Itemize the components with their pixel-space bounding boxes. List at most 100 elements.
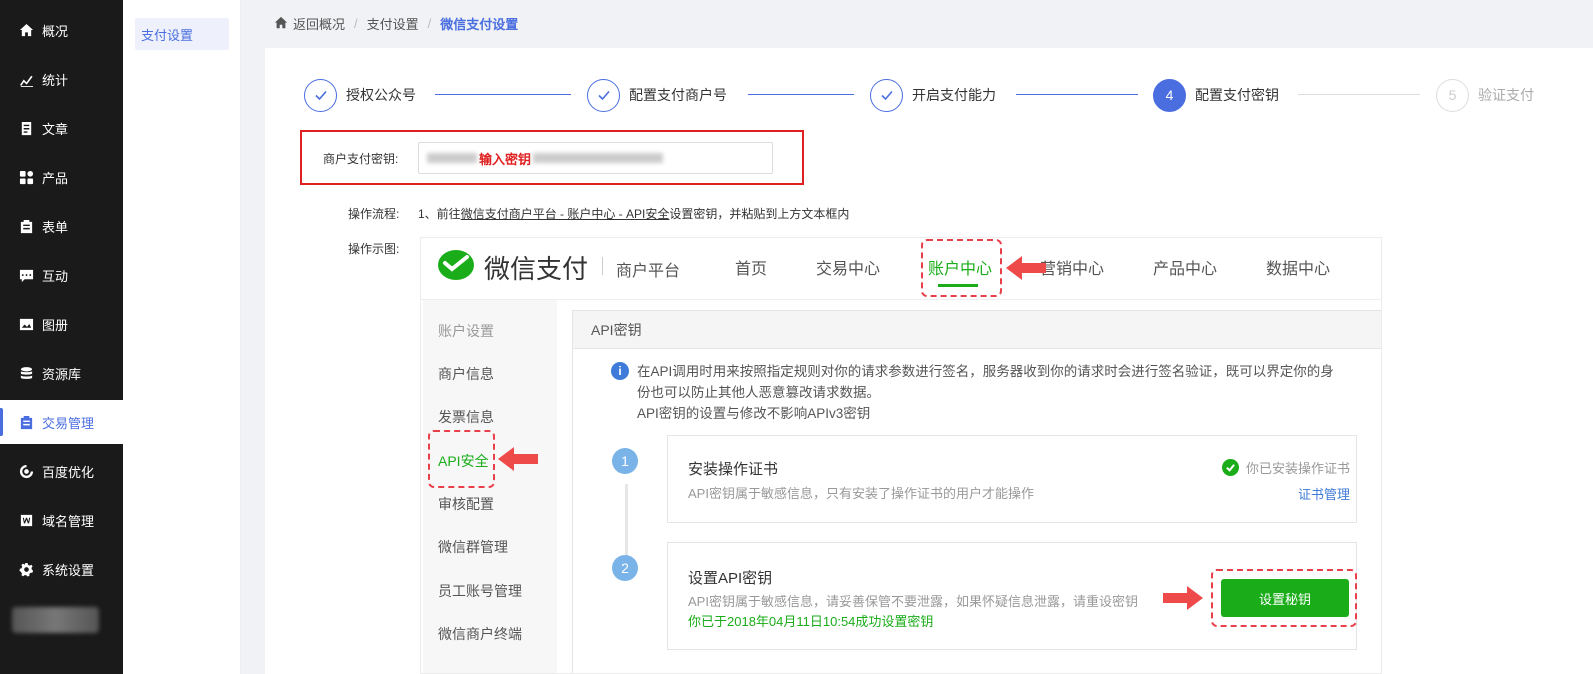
step-connector [435,94,571,95]
article-icon [18,120,34,136]
process-prefix: 1、前往 [418,207,461,221]
sidebar-item-label: 系统设置 [42,562,95,578]
avatar[interactable] [12,607,99,633]
sidebar-item-gallery[interactable]: 图册 [0,302,123,346]
highlight-set-key-button [1211,569,1357,627]
sidebar-item-overview[interactable]: 概况 [0,8,123,52]
sidebar-item-articles[interactable]: 文章 [0,106,123,150]
left-item-head: 账户设置 [438,323,494,339]
info-text: 在API调用时用来按照指定规则对你的请求参数进行签名，服务器收到你的请求时会进行… [637,361,1362,424]
sidebar-item-settings[interactable]: 系统设置 [0,547,123,591]
home-icon [274,16,293,31]
arrow-right-icon [1163,586,1203,610]
step-number: 4 [1153,78,1186,112]
optimize-icon [18,463,34,479]
step-label: 授权公众号 [346,87,416,103]
info-line: 份也可以防止其他人恶意篡改请求数据。 [637,385,880,400]
blurred-text [427,153,477,163]
sidebar-item-interaction[interactable]: 互动 [0,253,123,297]
sidebar-item-label: 表单 [42,219,69,235]
step-config-key: 4 配置支付密钥 [1153,78,1279,112]
sidebar-item-label: 百度优化 [42,464,95,480]
sidebar-item-label: 互动 [42,268,69,284]
sidebar-item-trade[interactable]: 交易管理 [0,400,123,444]
subnav-item-payment-settings[interactable]: 支付设置 [135,18,229,50]
breadcrumb: 返回概况 / 支付设置 / 微信支付设置 [274,14,518,33]
left-item: 审核配置 [438,496,494,512]
step-connector [1298,94,1420,95]
sidebar-item-label: 域名管理 [42,513,95,529]
breadcrumb-payment-settings-link[interactable]: 支付设置 [367,14,419,33]
step-verify: 5 验证支付 [1436,78,1534,112]
sidebar-item-resources[interactable]: 资源库 [0,351,123,395]
sidebar-item-label: 文章 [42,121,69,137]
tab-product: 产品中心 [1153,261,1218,278]
check-icon [870,78,903,112]
breadcrumb-home-link[interactable]: 返回概况 [293,14,345,33]
step-label: 配置支付商户号 [629,87,727,103]
sidebar-item-forms[interactable]: 表单 [0,204,123,248]
chart-icon [18,71,34,87]
sidebar-item-domain[interactable]: 域名管理 [0,498,123,542]
install-cert-box: 安装操作证书 API密钥属于敏感信息，只有安装了操作证书的用户才能操作 你已安装… [667,435,1357,523]
panel-title: API密钥 [573,311,1381,349]
process-text: 1、前往微信支付商户平台 - 账户中心 - API安全设置密钥，并粘贴到上方文本… [418,205,849,222]
box-title: 安装操作证书 [688,461,779,478]
left-item: 微信群管理 [438,539,508,555]
step-label: 验证支付 [1478,87,1534,103]
step-authorize: 授权公众号 [304,78,416,112]
divider [602,257,603,275]
brand-title: 微信支付 [484,254,589,284]
sidebar-item-label: 资源库 [42,366,82,382]
step-dot: 2 [612,555,638,581]
chat-icon [18,267,34,283]
info-line: 在API调用时用来按照指定规则对你的请求参数进行签名，服务器收到你的请求时会进行… [637,364,1334,379]
box-desc: API密钥属于敏感信息，只有安装了操作证书的用户才能操作 [688,486,1034,501]
check-circle-icon [1221,459,1239,476]
set-success-text: 你已于2018年04月11日10:54成功设置密钥 [688,614,934,629]
step-label: 开启支付能力 [912,87,996,103]
step-connector [1016,94,1138,95]
step-connector [748,94,854,95]
sidebar-item-label: 统计 [42,72,69,88]
main-sidebar: 概况 统计 文章 产品 表单 互动 图册 资源库 交易管理 百度优化 域名管理 [0,0,123,674]
domain-icon [18,512,34,528]
highlight-api-security [428,430,495,488]
highlight-account-tab [921,239,1002,297]
cert-manage-link: 证书管理 [1297,487,1350,502]
wechat-pay-platform-link[interactable]: 微信支付商户平台 - 账户中心 - API安全 [461,207,670,221]
gallery-icon [18,316,34,332]
sidebar-item-seo[interactable]: 百度优化 [0,449,123,493]
arrow-left-icon [498,447,538,471]
key-label: 商户支付密钥: [323,152,399,166]
step-enable-payment: 开启支付能力 [870,78,996,112]
info-line: API密钥的设置与修改不影响APIv3密钥 [637,406,871,421]
cert-status-text: 你已安装操作证书 [1245,461,1350,476]
home-icon [18,22,34,38]
process-label: 操作流程: [348,207,400,221]
key-hint: 输入密钥 [479,151,532,167]
step-number: 5 [1436,78,1469,112]
step-label: 配置支付密钥 [1195,87,1279,103]
sidebar-item-label: 交易管理 [42,415,95,431]
step-dot: 1 [612,448,638,474]
wechat-pay-logo-icon [438,250,474,280]
clipboard-icon [18,414,34,430]
check-icon [587,78,620,112]
sidebar-item-stats[interactable]: 统计 [0,57,123,101]
box-title: 设置API密钥 [688,570,773,587]
box-desc: API密钥属于敏感信息，请妥善保管不要泄露，如果怀疑信息泄露，请重设密钥 [688,594,1138,609]
sub-sidebar: 支付设置 [123,0,241,674]
tab-marketing: 营销中心 [1040,261,1105,278]
merchant-key-input[interactable]: 输入密钥 [418,142,773,174]
sidebar-item-products[interactable]: 产品 [0,155,123,199]
left-item: 员工账号管理 [438,583,522,599]
process-suffix: 设置密钥，并粘贴到上方文本框内 [669,207,850,221]
demo-header: 微信支付 商户平台 首页 交易中心 账户中心 营销中心 产品中心 数据中心 [421,238,1381,300]
tab-data: 数据中心 [1266,261,1331,278]
breadcrumb-separator: / [354,16,358,31]
blurred-text [533,153,664,163]
grid-icon [18,169,34,185]
demo-image: 微信支付 商户平台 首页 交易中心 账户中心 营销中心 产品中心 数据中心 账户… [420,237,1382,674]
left-item: 微信商户终端 [438,626,522,642]
